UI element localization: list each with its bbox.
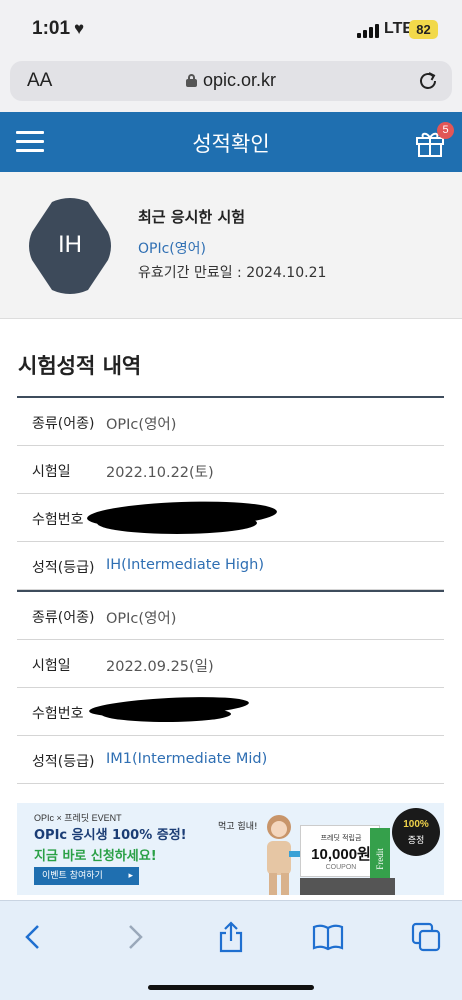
date-value: 2022.09.25(일) (106, 659, 214, 675)
share-icon[interactable] (215, 921, 247, 953)
address-bar[interactable]: AA opic.or.kr (10, 61, 452, 101)
bookmarks-icon[interactable] (312, 921, 344, 953)
date-value: 2022.10.22(토) (106, 465, 214, 481)
grade-value[interactable]: IM1(Intermediate Mid) (106, 751, 267, 767)
battery-icon: 82 (409, 20, 438, 39)
date-label: 시험일 (32, 464, 71, 480)
recent-exam-label: 최근 응시한 시험 (138, 208, 246, 226)
grade-value[interactable]: IH(Intermediate High) (106, 557, 264, 573)
status-bar: 1:01 ♥ LTE 82 (0, 0, 462, 58)
banner-subtitle: OPIc × 프레딧 EVENT (34, 813, 122, 823)
id-label: 수험번호 (32, 706, 84, 722)
gift-badge: 5 (437, 122, 454, 139)
home-indicator (148, 985, 314, 990)
expiry-date: 유효기간 만료일 : 2024.10.21 (138, 265, 327, 281)
score-record: 종류(어종) OPIc(영어) 시험일 2022.09.25(일) 수험번호 성… (17, 590, 444, 784)
date-label: 시험일 (32, 658, 71, 674)
type-value: OPIc(영어) (106, 611, 177, 627)
arrow-icon: ▸ (128, 871, 133, 881)
record-row-id: 수험번호 (17, 494, 444, 542)
text-size-button[interactable]: AA (27, 70, 52, 92)
heart-icon: ♥ (74, 19, 85, 38)
record-row-date: 시험일 2022.09.25(일) (17, 640, 444, 688)
event-join-button[interactable]: 이벤트 참여하기 ▸ (34, 867, 139, 885)
time-text: 1:01 (32, 18, 71, 39)
record-row-type: 종류(어종) OPIc(영어) (17, 398, 444, 446)
section-title: 시험성적 내역 (18, 354, 142, 378)
tabs-icon[interactable] (410, 921, 442, 953)
grade-badge: IH (22, 196, 118, 296)
reload-icon[interactable] (415, 68, 441, 94)
score-record: 종류(어종) OPIc(영어) 시험일 2022.10.22(토) 수험번호 성… (17, 396, 444, 590)
url-text[interactable]: opic.or.kr (203, 70, 276, 91)
id-label: 수험번호 (32, 512, 84, 528)
type-label: 종류(어종) (32, 610, 95, 626)
event-banner[interactable]: OPIc × 프레딧 EVENT OPIc 응시생 100% 증정! 지금 바로… (17, 803, 444, 895)
record-row-date: 시험일 2022.10.22(토) (17, 446, 444, 494)
coupon-amount: 10,000원 (311, 846, 371, 863)
promo-text: 증정 (407, 836, 425, 846)
score-records: 종류(어종) OPIc(영어) 시험일 2022.10.22(토) 수험번호 성… (17, 396, 444, 784)
grade-badge-label: IH (58, 231, 82, 258)
record-row-grade: 성적(등급) IM1(Intermediate Mid) (17, 736, 444, 784)
forward-icon[interactable] (118, 921, 150, 953)
lock-icon (186, 74, 197, 87)
status-time: 1:01 ♥ (32, 18, 84, 40)
browser-address-area: AA opic.or.kr (0, 58, 462, 112)
record-row-type: 종류(어종) OPIc(영어) (17, 592, 444, 640)
coupon-title: 프레딧 적립금 (320, 834, 362, 842)
grade-label: 성적(등급) (32, 560, 95, 576)
coupon-card: 프레딧 적립금 10,000원 COUPON (300, 825, 380, 877)
redaction-mark (97, 512, 257, 534)
type-value: OPIc(영어) (106, 417, 177, 433)
redaction-mark (101, 706, 231, 722)
banner-headline: OPIc 응시생 100% 증정! (34, 828, 187, 843)
promo-percent: 100% (403, 819, 429, 830)
coupon-label: COUPON (325, 864, 357, 871)
type-label: 종류(어종) (32, 416, 95, 432)
page-title: 성적확인 (192, 132, 270, 156)
site-header: 성적확인 (0, 112, 462, 172)
promo-badge: 100% 증정 (392, 808, 440, 856)
banner-callout: 지금 바로 신청하세요! (34, 849, 157, 864)
printer-illustration (300, 878, 395, 895)
recent-exam-name[interactable]: OPIc(영어) (138, 238, 206, 258)
grade-label: 성적(등급) (32, 754, 95, 770)
signal-icon (357, 24, 379, 38)
record-row-grade: 성적(등급) IH(Intermediate High) (17, 542, 444, 590)
event-join-label: 이벤트 참여하기 (42, 871, 103, 881)
back-icon[interactable] (18, 921, 50, 953)
recent-exam-card: IH 최근 응시한 시험 OPIc(영어) 유효기간 만료일 : 2024.10… (0, 172, 462, 319)
record-row-id: 수험번호 (17, 688, 444, 736)
